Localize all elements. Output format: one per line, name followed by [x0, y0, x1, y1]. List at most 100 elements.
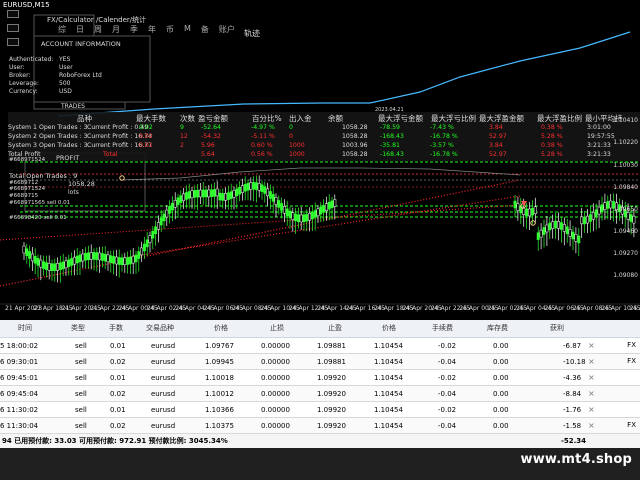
col-symbol[interactable]: 交易品种	[146, 320, 174, 336]
candle-body	[257, 183, 261, 191]
candle-body	[516, 203, 520, 211]
stats-col-profit: 盈亏金额	[198, 114, 228, 123]
menu-item-day[interactable]: 日	[76, 24, 84, 35]
candle-body	[159, 217, 163, 226]
candle-body	[109, 255, 113, 263]
close-position-icon[interactable]: ×	[588, 342, 596, 350]
stats-balance: 1058.28	[342, 151, 368, 158]
lots-cell: 0.02	[110, 422, 126, 430]
account-leverage-value: 500	[59, 80, 71, 87]
trades-section-label: TRADES	[61, 103, 85, 110]
stats-balance: 1058.28	[342, 133, 368, 140]
lots-cell: 0.01	[110, 406, 126, 414]
candle-body	[319, 206, 323, 215]
menu-item-m[interactable]: M	[184, 24, 191, 35]
account-broker-label: Broker:	[9, 72, 31, 79]
lots-cell: 0.01	[110, 342, 126, 350]
candle-body	[22, 245, 26, 254]
trade-table: 时间 类型 手数 交易品种 价格 止损 止盈 价格 手续费 库存费 获利 5 1…	[0, 320, 640, 450]
table-row[interactable]: 6 11:30:04 sell 0.02 eurusd 1.10375 0.00000 1.…	[0, 418, 640, 434]
panel-icon[interactable]	[7, 24, 19, 32]
close-position-icon[interactable]: ×	[588, 406, 596, 414]
current-price-cell: 1.10454	[374, 422, 403, 430]
candle-body	[75, 255, 79, 264]
candle-body	[296, 214, 300, 222]
candle-body	[106, 254, 110, 263]
col-take-profit[interactable]: 止盈	[328, 320, 342, 336]
close-position-icon[interactable]: ×	[588, 374, 596, 382]
candle-body	[50, 263, 54, 271]
stats-max-float-profit: 52.97	[489, 133, 507, 140]
take-profit-cell: 1.09920	[317, 374, 346, 382]
candle-body	[112, 256, 116, 264]
calendar-tab[interactable]: FX/Calculator /Calender/统计	[47, 17, 146, 24]
menu-item-quarter[interactable]: 季	[130, 24, 138, 35]
current-price-cell: 1.10454	[374, 358, 403, 366]
stats-max-float-loss-pct: -16.78 %	[430, 133, 458, 140]
col-lots[interactable]: 手数	[109, 320, 123, 336]
menu-item-track[interactable]: 轨迹	[244, 28, 260, 39]
candle-body	[184, 192, 188, 200]
candle-body	[47, 263, 51, 271]
stats-balance: 1003.96	[342, 142, 368, 149]
menu-item-year[interactable]: 年	[148, 24, 156, 35]
col-price[interactable]: 价格	[214, 320, 228, 336]
menu-item-currency[interactable]: 币	[166, 24, 174, 35]
candle-body	[123, 257, 127, 266]
candle-body	[568, 229, 572, 237]
menu-item-notes[interactable]: 备	[201, 24, 209, 35]
price-axis-7: 1.09270	[613, 250, 638, 257]
close-position-icon[interactable]: ×	[588, 390, 596, 398]
stats-avg-hold: 3:21:33	[587, 142, 611, 149]
menu-item-week[interactable]: 周	[94, 24, 102, 35]
candle-body	[551, 221, 555, 229]
col-profit[interactable]: 获利	[550, 320, 564, 336]
table-row[interactable]: 6 09:45:04 sell 0.02 eurusd 1.10012 0.00000 1.…	[0, 386, 640, 402]
col-stop-loss[interactable]: 止损	[270, 320, 284, 336]
candle-body	[266, 188, 270, 197]
menu-item-all[interactable]: 综	[58, 24, 66, 35]
current-price-cell: 1.10454	[374, 390, 403, 398]
price-chart[interactable]: EURUSD,M15 FX/Calculator /Calender/统计 综 …	[0, 0, 640, 320]
candle-body	[557, 221, 560, 229]
commission-cell: -0.02	[438, 342, 457, 350]
close-position-icon[interactable]: ×	[588, 422, 596, 430]
table-row[interactable]: 6 09:30:01 sell 0.02 eurusd 1.09945 0.00000 1.…	[0, 354, 640, 370]
stats-max-float-profit-pct: 0.38 %	[541, 142, 563, 149]
candle-body	[313, 210, 317, 218]
close-position-icon[interactable]: ×	[588, 358, 596, 366]
candle-body	[28, 251, 32, 259]
row-tag: FX	[627, 421, 636, 429]
stats-avg-hold: 3:01:00	[587, 124, 611, 131]
table-row[interactable]: 6 09:45:01 sell 0.01 eurusd 1.10018 0.00000 1.…	[0, 370, 640, 386]
col-swap[interactable]: 库存费	[487, 320, 508, 336]
col-type[interactable]: 类型	[71, 320, 85, 336]
row-tag: FX	[627, 341, 636, 349]
price-axis-4: 1.09840	[613, 184, 638, 191]
candle-body	[81, 253, 85, 262]
candle-body	[548, 222, 552, 231]
stats-count: 12	[180, 133, 188, 140]
stats-max-float-profit: 3.84	[489, 142, 503, 149]
candle-body	[308, 212, 312, 221]
candle-body	[215, 188, 219, 197]
current-price-cell: 1.10454	[374, 406, 403, 414]
symbol-cell: eurusd	[151, 374, 176, 382]
commission-cell: -0.04	[438, 422, 457, 430]
menu-item-month[interactable]: 月	[112, 24, 120, 35]
candle-body	[33, 256, 37, 264]
candle-body	[232, 190, 236, 198]
col-commission[interactable]: 手续费	[432, 320, 453, 336]
stats-label: System 3 Open Trades : 3	[8, 142, 88, 149]
col-time[interactable]: 时间	[18, 320, 32, 336]
menu-item-account[interactable]: 账户	[219, 24, 235, 35]
candle-body	[53, 263, 57, 271]
candle-body	[235, 188, 239, 197]
table-row[interactable]: 5 18:00:02 sell 0.01 eurusd 1.09767 0.00000 1.…	[0, 338, 640, 354]
table-row[interactable]: 6 11:30:02 sell 0.01 eurusd 1.10366 0.00000 1.…	[0, 402, 640, 418]
stats-max-lots: 0.02	[139, 124, 153, 131]
menu-icon[interactable]	[7, 10, 19, 18]
col-current-price[interactable]: 价格	[382, 320, 396, 336]
panel-icon-2[interactable]	[7, 38, 19, 46]
candle-body	[609, 200, 613, 209]
